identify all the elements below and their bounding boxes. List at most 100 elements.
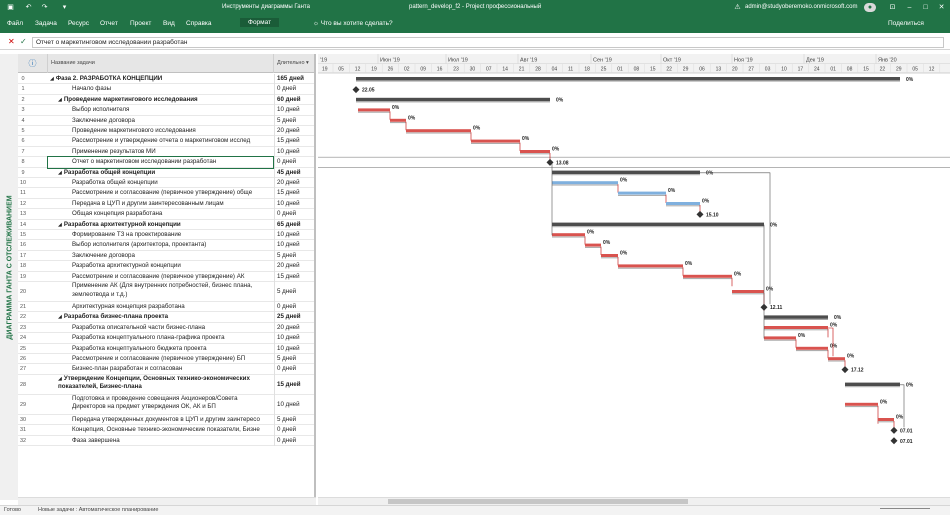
table-row[interactable]: 10 Разработка общей концепции 20 дней: [18, 178, 314, 189]
duration-cell[interactable]: 165 дней: [274, 74, 314, 85]
status-mode[interactable]: Новые задачи : Автоматическое планирован…: [38, 507, 158, 513]
tab-resource[interactable]: Ресурс: [68, 20, 89, 27]
task-name-cell[interactable]: Концепция, Основные технико-экономически…: [48, 425, 273, 435]
table-row[interactable]: 31 Концепция, Основные технико-экономичес…: [18, 425, 314, 436]
task-name-cell[interactable]: ◢ Утверждение Концепции, Основных технико…: [48, 375, 273, 392]
table-row[interactable]: 27 Бизнес-план разработан и согласован 0 д…: [18, 364, 314, 375]
row-number[interactable]: 18: [18, 261, 28, 271]
table-row[interactable]: 9 ◢ Разработка общей концепции 45 дней: [18, 167, 314, 178]
chart-horizontal-scrollbar[interactable]: [318, 497, 950, 505]
row-number[interactable]: 5: [18, 126, 28, 136]
row-number[interactable]: 20: [18, 282, 28, 302]
table-horizontal-scrollbar[interactable]: [18, 497, 316, 505]
duration-cell[interactable]: 0 дней: [274, 209, 314, 220]
task-name-cell[interactable]: Формирование ТЗ на проектирование: [48, 230, 273, 240]
task-name-cell[interactable]: Разработка архитектурной концепции: [48, 261, 273, 271]
table-row[interactable]: 8 Отчет о маркетинговом исследовании разр…: [18, 156, 314, 169]
close-icon[interactable]: ✕: [937, 3, 946, 12]
task-name-cell[interactable]: Рассмотрение и утверждение отчета о марк…: [48, 136, 273, 146]
task-name-cell[interactable]: Разработка концептуального бюджета проек…: [48, 344, 273, 354]
row-number[interactable]: 1: [18, 84, 28, 94]
duration-cell[interactable]: 0 дней: [274, 425, 314, 436]
row-number[interactable]: 9: [18, 168, 28, 178]
duration-cell[interactable]: 5 дней: [274, 250, 314, 262]
duration-cell[interactable]: 20 дней: [274, 322, 314, 334]
task-name-cell[interactable]: Архитектурная концепция разработана: [48, 302, 273, 312]
duration-cell[interactable]: 0 дней: [274, 435, 314, 446]
table-row[interactable]: 2 ◢ Проведение маркетингового исследования…: [18, 94, 314, 106]
zoom-slider[interactable]: [880, 508, 930, 512]
collapse-triangle-icon[interactable]: ◢: [58, 170, 62, 176]
duration-cell[interactable]: 60 дней: [274, 94, 314, 106]
task-name-cell[interactable]: Передача в ЦУП и другим заинтересованным…: [48, 199, 273, 209]
table-row[interactable]: 13 Общая концепция разработана 0 дней: [18, 209, 314, 220]
duration-cell[interactable]: 15 дней: [274, 374, 314, 395]
task-name-cell[interactable]: ◢ Фаза 2. РАЗРАБОТКА КОНЦЕПЦИИ: [48, 74, 273, 84]
redo-icon[interactable]: ↷: [40, 3, 49, 12]
task-name-cell[interactable]: ◢ Проведение маркетингового исследования: [48, 95, 273, 105]
duration-cell[interactable]: 5 дней: [274, 414, 314, 426]
row-number[interactable]: 21: [18, 302, 28, 312]
tab-project[interactable]: Проект: [130, 20, 151, 27]
scrollbar-thumb[interactable]: [388, 499, 688, 504]
row-number[interactable]: 2: [18, 95, 28, 105]
undo-icon[interactable]: ↶: [24, 3, 33, 12]
save-icon[interactable]: ▣: [6, 3, 15, 12]
task-name-cell[interactable]: Начало фазы: [48, 84, 273, 94]
table-row[interactable]: 0 ◢ Фаза 2. РАЗРАБОТКА КОНЦЕПЦИИ 165 дней: [18, 74, 314, 85]
duration-cell[interactable]: 0 дней: [274, 84, 314, 95]
duration-cell[interactable]: 5 дней: [274, 354, 314, 365]
duration-cell[interactable]: 25 дней: [274, 312, 314, 323]
row-number[interactable]: 32: [18, 436, 28, 446]
table-row[interactable]: 4 Заключение договора 5 дней: [18, 115, 314, 126]
table-row[interactable]: 7 Применение результатов МИ 10 дней: [18, 146, 314, 158]
row-number[interactable]: 13: [18, 209, 28, 219]
duration-cell[interactable]: 20 дней: [274, 261, 314, 272]
row-number[interactable]: 11: [18, 188, 28, 198]
row-number[interactable]: 12: [18, 199, 28, 209]
table-row[interactable]: 19 Рассмотрение и согласование (первичное…: [18, 271, 314, 282]
tab-report[interactable]: Отчет: [100, 20, 118, 27]
duration-cell[interactable]: 10 дней: [274, 230, 314, 241]
table-row[interactable]: 6 Рассмотрение и утверждение отчета о мар…: [18, 136, 314, 147]
tab-task[interactable]: Задача: [35, 20, 57, 27]
collapse-triangle-icon[interactable]: ◢: [58, 222, 62, 228]
tab-help[interactable]: Справка: [186, 20, 212, 27]
row-number[interactable]: 3: [18, 105, 28, 115]
table-row[interactable]: 11 Рассмотрение и согласование (первичное…: [18, 188, 314, 199]
duration-cell[interactable]: 15 дней: [274, 188, 314, 199]
maximize-icon[interactable]: □: [921, 3, 930, 12]
task-name-cell[interactable]: Общая концепция разработана: [48, 209, 273, 219]
table-row[interactable]: 25 Разработка концептуального бюджета про…: [18, 343, 314, 354]
row-number[interactable]: 6: [18, 136, 28, 146]
duration-cell[interactable]: 15 дней: [274, 271, 314, 282]
task-name-cell[interactable]: Рассмотрение и согласование (первичное у…: [48, 354, 273, 364]
duration-cell[interactable]: 20 дней: [274, 126, 314, 137]
table-row[interactable]: 5 Проведение маркетингового исследования 2…: [18, 126, 314, 137]
user-account[interactable]: admin@studyoberemoko.onmicrosoft.com: [745, 4, 857, 10]
table-row[interactable]: 32 Фаза завершена 0 дней: [18, 435, 314, 446]
gantt-chart[interactable]: '19 Июн '19 Июл '19 Авг '19 Сен '19 Окт '19 Но…: [318, 54, 950, 497]
row-number[interactable]: 30: [18, 415, 28, 425]
duration-cell[interactable]: 0 дней: [274, 302, 314, 313]
entry-field[interactable]: Отчет о маркетинговом исследовании разра…: [32, 37, 944, 48]
task-name-cell[interactable]: Рассмотрение и согласование (первичное у…: [48, 188, 273, 198]
task-name-cell[interactable]: Фаза завершена: [48, 436, 273, 446]
duration-cell[interactable]: 20 дней: [274, 178, 314, 189]
row-number[interactable]: 10: [18, 178, 28, 188]
info-column-icon[interactable]: ⓘ: [18, 54, 48, 73]
table-row[interactable]: 14 ◢ Разработка архитектурной концепции 65 …: [18, 219, 314, 230]
task-name-cell[interactable]: Применение АК (Для внутренних потребност…: [48, 282, 273, 299]
duration-cell[interactable]: 10 дней: [274, 240, 314, 251]
task-name-cell[interactable]: Подготовка и проведение совещания Акцион…: [48, 395, 273, 412]
row-number[interactable]: 22: [18, 312, 28, 322]
table-row[interactable]: 21 Архитектурная концепция разработана 0 д…: [18, 302, 314, 313]
row-number[interactable]: 19: [18, 272, 28, 282]
duration-cell[interactable]: 5 дней: [274, 282, 314, 302]
table-row[interactable]: 18 Разработка архитектурной концепции 20 д…: [18, 261, 314, 272]
table-row[interactable]: 1 Начало фазы 0 дней: [18, 84, 314, 95]
duration-cell[interactable]: 5 дней: [274, 115, 314, 126]
tab-file[interactable]: Файл: [7, 20, 23, 27]
collapse-triangle-icon[interactable]: ◢: [58, 314, 62, 320]
task-name-cell[interactable]: Выбор исполнителя: [48, 105, 273, 115]
